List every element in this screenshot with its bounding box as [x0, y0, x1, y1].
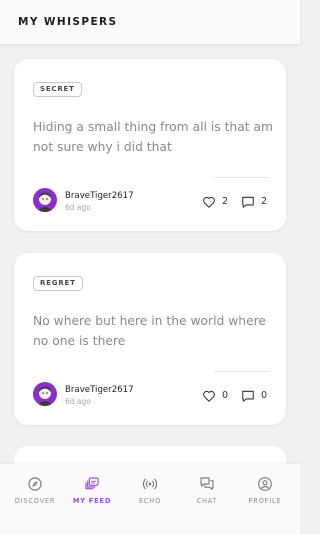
heart-icon[interactable] — [202, 389, 216, 403]
app-header: MY WHISPERS — [0, 0, 300, 44]
profile-icon — [258, 477, 272, 491]
nav-label: DISCOVER — [14, 497, 56, 505]
post-tag: REGRET — [33, 276, 83, 291]
comment-count: 2 — [261, 196, 268, 207]
timestamp: 6d ago — [65, 397, 91, 406]
avatar[interactable] — [33, 188, 57, 212]
nav-discover[interactable]: DISCOVER — [5, 476, 65, 524]
divider — [214, 177, 269, 178]
post-card-partial[interactable] — [14, 446, 286, 464]
comment-count: 0 — [261, 390, 268, 401]
post-card[interactable]: REGRET No where but here in the world wh… — [14, 253, 286, 425]
like-count: 0 — [222, 390, 229, 401]
username[interactable]: BraveTiger2617 — [65, 191, 134, 201]
feed-list[interactable]: SECRET Hiding a small thing from all is … — [0, 44, 300, 464]
post-card[interactable]: SECRET Hiding a small thing from all is … — [14, 59, 286, 231]
comment-icon[interactable] — [241, 389, 255, 403]
nav-chat[interactable]: CHAT — [177, 476, 237, 524]
chat-icon — [200, 477, 214, 490]
nav-my-feed[interactable]: MY FEED — [62, 476, 122, 524]
post-tag: SECRET — [33, 82, 82, 97]
nav-echo[interactable]: ECHO — [120, 476, 180, 524]
avatar[interactable] — [33, 382, 57, 406]
nav-label: PROFILE — [248, 497, 282, 505]
like-count: 2 — [222, 196, 229, 207]
bottom-nav: DISCOVER MY FEED ECHO CHAT PROFILE — [0, 464, 300, 534]
nav-label: CHAT — [196, 497, 218, 505]
heart-icon[interactable] — [202, 195, 216, 209]
post-text: Hiding a small thing from all is that am… — [33, 120, 273, 154]
post-text: No where but here in the world where no … — [33, 314, 266, 348]
compass-icon — [28, 477, 42, 491]
timestamp: 6d ago — [65, 203, 91, 212]
username[interactable]: BraveTiger2617 — [65, 385, 134, 395]
nav-label: MY FEED — [72, 497, 112, 505]
nav-profile[interactable]: PROFILE — [235, 476, 295, 524]
nav-label: ECHO — [138, 497, 162, 505]
feed-icon — [85, 477, 99, 490]
avatar-face-icon — [37, 192, 53, 212]
divider — [214, 371, 269, 372]
broadcast-icon — [142, 478, 158, 490]
comment-icon[interactable] — [241, 195, 255, 209]
page-title: MY WHISPERS — [18, 16, 118, 28]
avatar-face-icon — [37, 386, 53, 406]
